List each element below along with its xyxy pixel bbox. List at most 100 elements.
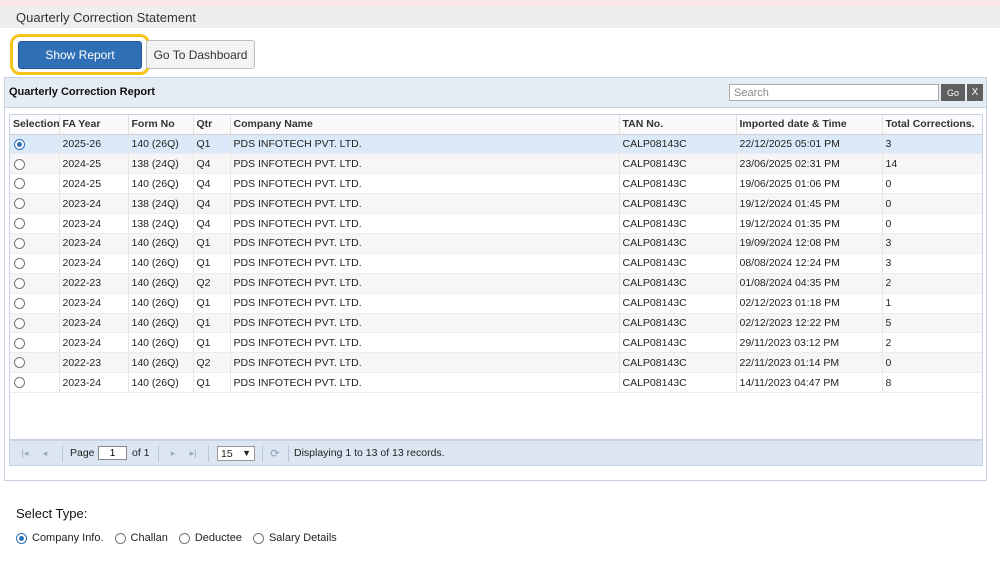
selection-cell — [10, 253, 60, 274]
search-go-button[interactable]: Go — [941, 84, 965, 101]
row-select-radio[interactable] — [14, 357, 25, 369]
page-size-select[interactable]: 15 ▼ — [217, 446, 255, 461]
select-type-option[interactable]: Salary Details — [252, 532, 337, 544]
qtr-cell: Q1 — [193, 233, 231, 254]
go-to-dashboard-button[interactable]: Go To Dashboard — [146, 40, 255, 69]
tan-cell: CALP08143C — [619, 193, 737, 215]
company-name-cell: PDS INFOTECH PVT. LTD. — [230, 253, 620, 274]
dropdown-caret-icon: ▼ — [242, 448, 251, 458]
table-row[interactable]: 2023-24 140 (26Q) Q1 PDS INFOTECH PVT. LTD.… — [10, 293, 982, 314]
row-select-radio[interactable] — [14, 297, 25, 309]
total-corrections-cell: 0 — [882, 213, 982, 234]
table-row[interactable]: 2023-24 140 (26Q) Q1 PDS INFOTECH PVT. LTD.… — [10, 372, 982, 394]
search-clear-button[interactable]: X — [967, 84, 983, 101]
company-name-cell: PDS INFOTECH PVT. LTD. — [230, 134, 620, 155]
qtr-cell: Q4 — [193, 193, 231, 215]
fa-year-cell: 2023-24 — [59, 253, 129, 274]
fa-year-cell: 2024-25 — [59, 153, 129, 175]
column-header[interactable]: TAN No. — [619, 115, 737, 135]
row-select-radio[interactable] — [14, 158, 25, 170]
table-row[interactable]: 2025-26 140 (26Q) Q1 PDS INFOTECH PVT. LTD.… — [10, 134, 982, 155]
refresh-icon[interactable]: ⟳ — [266, 445, 284, 462]
selection-cell — [10, 332, 60, 354]
select-type-option[interactable]: Challan — [114, 532, 168, 544]
table-row[interactable]: 2023-24 140 (26Q) Q1 PDS INFOTECH PVT. LTD.… — [10, 313, 982, 334]
column-header[interactable]: Total Corrections. — [882, 115, 982, 135]
page-number-input[interactable] — [98, 446, 127, 460]
row-select-radio[interactable] — [14, 138, 25, 150]
select-type-radio[interactable] — [252, 532, 264, 544]
first-page-icon[interactable]: |◂ — [18, 447, 32, 459]
row-select-radio[interactable] — [14, 218, 25, 230]
imported-date-cell: 14/11/2023 04:47 PM — [736, 372, 883, 394]
last-page-icon[interactable]: ▸| — [186, 447, 200, 459]
form-no-cell: 140 (26Q) — [128, 352, 194, 374]
tan-cell: CALP08143C — [619, 134, 737, 155]
row-select-radio[interactable] — [14, 238, 25, 250]
table-row[interactable]: 2023-24 138 (24Q) Q4 PDS INFOTECH PVT. LTD.… — [10, 193, 982, 215]
imported-date-cell: 02/12/2023 01:18 PM — [736, 293, 883, 314]
column-header[interactable]: Selection — [10, 115, 60, 135]
qtr-cell: Q2 — [193, 273, 231, 294]
total-corrections-cell: 0 — [882, 193, 982, 215]
row-select-radio[interactable] — [14, 198, 25, 210]
tan-cell: CALP08143C — [619, 352, 737, 374]
form-no-cell: 138 (24Q) — [128, 213, 194, 234]
table-row[interactable]: 2022-23 140 (26Q) Q2 PDS INFOTECH PVT. LTD.… — [10, 352, 982, 374]
table-row[interactable]: 2023-24 138 (24Q) Q4 PDS INFOTECH PVT. LTD.… — [10, 213, 982, 234]
table-row[interactable]: 2023-24 140 (26Q) Q1 PDS INFOTECH PVT. LTD.… — [10, 253, 982, 274]
selection-cell — [10, 313, 60, 334]
total-corrections-cell: 5 — [882, 313, 982, 334]
fa-year-cell: 2023-24 — [59, 332, 129, 354]
imported-date-cell: 29/11/2023 03:12 PM — [736, 332, 883, 354]
company-name-cell: PDS INFOTECH PVT. LTD. — [230, 273, 620, 294]
fa-year-cell: 2023-24 — [59, 213, 129, 234]
pager-separator — [62, 445, 63, 462]
selection-cell — [10, 193, 60, 215]
select-type-radio[interactable] — [114, 532, 126, 544]
select-type-option[interactable]: Company Info. — [16, 532, 104, 544]
select-type-radio[interactable] — [16, 532, 27, 544]
search-input[interactable] — [729, 84, 939, 101]
prev-page-icon[interactable]: ◂ — [38, 447, 52, 459]
table-row[interactable]: 2024-25 140 (26Q) Q4 PDS INFOTECH PVT. LTD.… — [10, 173, 982, 195]
form-no-cell: 140 (26Q) — [128, 372, 194, 394]
row-select-radio[interactable] — [14, 377, 25, 389]
qtr-cell: Q1 — [193, 313, 231, 334]
page-of-label: of 1 — [132, 447, 150, 459]
fa-year-cell: 2023-24 — [59, 233, 129, 254]
column-header[interactable]: Qtr — [193, 115, 231, 135]
tan-cell: CALP08143C — [619, 153, 737, 175]
page-header: Quarterly Correction Statement — [0, 6, 1000, 28]
table-row[interactable]: 2023-24 140 (26Q) Q1 PDS INFOTECH PVT. LTD.… — [10, 332, 982, 354]
table-row[interactable]: 2023-24 140 (26Q) Q1 PDS INFOTECH PVT. LTD.… — [10, 233, 982, 254]
next-page-icon[interactable]: ▸ — [166, 447, 180, 459]
imported-date-cell: 22/11/2023 01:14 PM — [736, 352, 883, 374]
table-row[interactable]: 2024-25 138 (24Q) Q4 PDS INFOTECH PVT. LTD.… — [10, 153, 982, 175]
table-header-row: Selection FA Year Form No Qtr Company Na… — [10, 115, 982, 135]
selection-cell — [10, 134, 60, 155]
column-header[interactable]: Company Name — [230, 115, 620, 135]
row-select-radio[interactable] — [14, 317, 25, 329]
show-report-button[interactable]: Show Report — [18, 41, 142, 69]
select-type-radio[interactable] — [178, 532, 190, 544]
select-type-option[interactable]: Deductee — [178, 532, 242, 544]
row-select-radio[interactable] — [14, 258, 25, 269]
column-header[interactable]: Form No — [128, 115, 194, 135]
row-select-radio[interactable] — [14, 277, 25, 289]
column-header[interactable]: Imported date & Time — [736, 115, 883, 135]
company-name-cell: PDS INFOTECH PVT. LTD. — [230, 153, 620, 175]
row-select-radio[interactable] — [14, 337, 25, 349]
selection-cell — [10, 173, 60, 195]
table-row[interactable]: 2022-23 140 (26Q) Q2 PDS INFOTECH PVT. LTD.… — [10, 273, 982, 294]
qtr-cell: Q1 — [193, 293, 231, 314]
column-header[interactable]: FA Year — [59, 115, 129, 135]
form-no-cell: 140 (26Q) — [128, 173, 194, 195]
tan-cell: CALP08143C — [619, 173, 737, 195]
selection-cell — [10, 273, 60, 294]
imported-date-cell: 19/06/2025 01:06 PM — [736, 173, 883, 195]
report-panel: Quarterly Correction Report Go X Selecti… — [4, 77, 987, 481]
row-select-radio[interactable] — [14, 178, 25, 190]
display-count-text: Displaying 1 to 13 of 13 records. — [294, 447, 445, 459]
total-corrections-cell: 3 — [882, 134, 982, 155]
